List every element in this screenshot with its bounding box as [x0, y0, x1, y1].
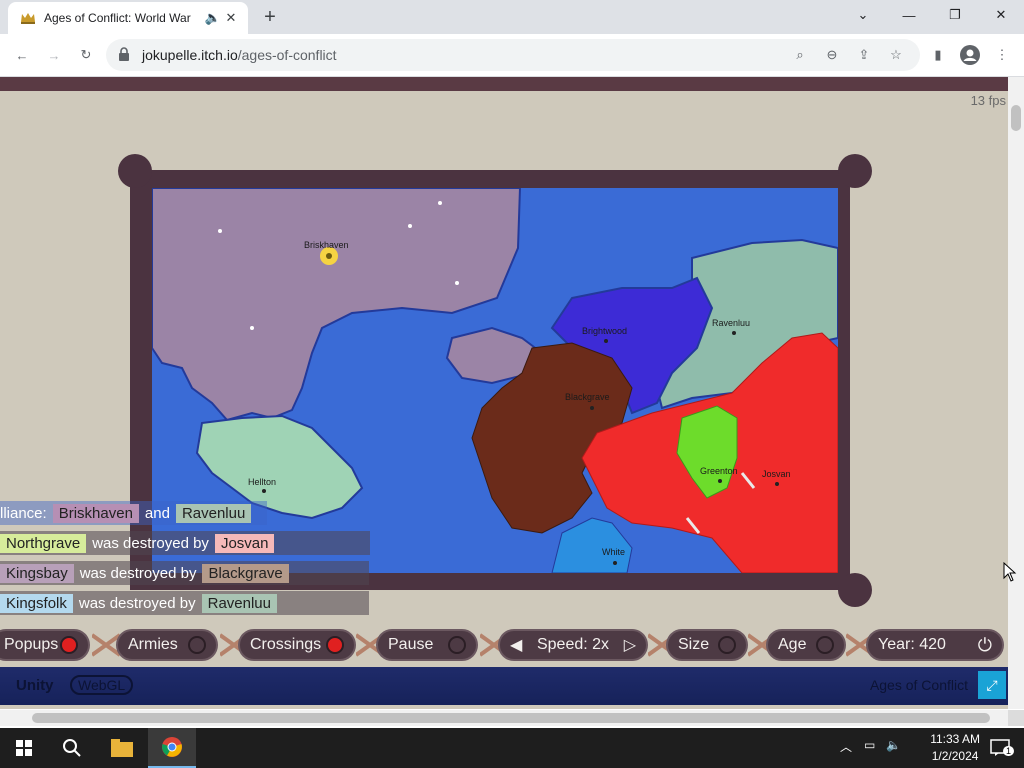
notification-count-badge: 1 — [1002, 746, 1014, 756]
age-indicator — [816, 636, 834, 654]
notification-row: Kingsfolk was destroyed by Ravenluu — [0, 591, 369, 615]
browser-tab[interactable]: Ages of Conflict: World War 🔈 ✕ — [8, 2, 248, 34]
lock-icon — [119, 47, 129, 61]
size-toggle[interactable]: Size — [666, 629, 748, 661]
game-page: 13 fps Briskhaven Brightwood Ravenluu Bl… — [0, 77, 1008, 709]
forward-button[interactable]: → — [40, 41, 68, 69]
search-taskbar-icon[interactable] — [48, 728, 96, 768]
chrome-taskbar-icon[interactable] — [148, 728, 196, 768]
mouse-cursor-icon — [1003, 562, 1017, 582]
file-explorer-icon[interactable] — [98, 728, 146, 768]
nation-chip: Kingsbay — [0, 563, 74, 583]
city-label-greenton: Greenton — [700, 466, 738, 476]
unity-logo: Unity — [16, 677, 54, 694]
horizontal-scrollbar[interactable] — [0, 710, 1008, 726]
popups-indicator — [60, 636, 78, 654]
speaker-icon[interactable]: 🔈 — [204, 9, 222, 27]
nation-chip: Ravenluu — [201, 593, 277, 613]
city-label-ravenluu: Ravenluu — [712, 318, 751, 328]
tab-title: Ages of Conflict: World War — [44, 11, 191, 25]
armies-indicator — [188, 636, 206, 654]
volume-muted-icon[interactable]: 🔈 — [886, 738, 901, 752]
windows-taskbar: ︿ ▭ 🔈 11:33 AM 1/2/2024 1 — [0, 728, 1024, 768]
nation-chip: Josvan — [214, 533, 275, 553]
control-bar: Popups Armies Crossings Pause ◀ Speed: 2… — [0, 619, 1008, 667]
zoom-out-icon[interactable]: ⊖ — [822, 45, 842, 65]
crossings-toggle[interactable]: Crossings — [238, 629, 356, 661]
search-icon[interactable]: ⌕ — [790, 45, 810, 65]
notification-row: Northgrave was destroyed by Josvan — [0, 531, 371, 555]
crossings-indicator — [326, 636, 344, 654]
frame-knob-bottom-right — [838, 573, 872, 607]
profile-avatar-icon[interactable] — [956, 41, 984, 69]
age-toggle[interactable]: Age — [766, 629, 846, 661]
frame-knob-top-left — [118, 154, 152, 188]
scroll-corner — [1008, 710, 1024, 726]
url-text: jokupelle.itch.io/ages-of-conflict — [142, 47, 337, 63]
network-icon[interactable]: ▭ — [864, 738, 875, 752]
game-name: Ages of Conflict — [869, 677, 968, 693]
new-tab-button[interactable]: + — [258, 6, 282, 28]
address-bar[interactable]: jokupelle.itch.io/ages-of-conflict ⌕ ⊖ ⇪… — [106, 39, 920, 71]
tab-strip: Ages of Conflict: World War 🔈 ✕ + ⌄ — ❐ … — [0, 0, 1024, 34]
scroll-thumb[interactable] — [32, 713, 990, 723]
restore-button[interactable]: ❐ — [932, 0, 978, 30]
nation-chip: Briskhaven — [52, 503, 139, 523]
share-icon[interactable]: ⇪ — [854, 45, 874, 65]
pause-indicator — [448, 636, 466, 654]
speed-increase-icon[interactable]: ▷ — [624, 635, 636, 655]
unity-footer: Unity WebGL Ages of Conflict ⤢ — [0, 667, 1008, 705]
city-label-hellton: Hellton — [248, 477, 277, 487]
speed-control[interactable]: ◀ Speed: 2x ▷ — [498, 629, 648, 661]
bookmark-star-icon[interactable]: ☆ — [886, 45, 906, 65]
notification-center-icon[interactable]: 1 — [976, 728, 1024, 768]
speed-decrease-icon[interactable]: ◀ — [510, 635, 522, 655]
notification-row: lliance: Briskhaven and Ravenluu — [0, 501, 268, 525]
nation-chip: Northgrave — [0, 533, 87, 553]
menu-kebab-icon[interactable]: ⋮ — [988, 41, 1016, 69]
system-clock[interactable]: 11:33 AM 1/2/2024 — [930, 731, 980, 765]
crown-favicon-icon — [21, 13, 35, 24]
chevron-up-icon[interactable]: ︿ — [840, 738, 852, 755]
webgl-logo: WebGL — [70, 675, 134, 695]
browser-toolbar: ← → ↻ jokupelle.itch.io/ages-of-conflict… — [0, 34, 1024, 77]
reload-button[interactable]: ↻ — [72, 41, 100, 69]
top-band — [0, 77, 1008, 91]
windows-logo-icon — [16, 740, 32, 756]
nation-chip: Kingsfolk — [0, 593, 73, 613]
back-button[interactable]: ← — [8, 41, 36, 69]
size-indicator — [718, 636, 736, 654]
city-label-josvan: Josvan — [762, 469, 791, 479]
tab-search-icon[interactable]: ⌄ — [840, 0, 886, 30]
nation-chip: Ravenluu — [175, 503, 252, 523]
close-window-button[interactable]: ✕ — [978, 0, 1024, 30]
city-label-brightwood: Brightwood — [582, 326, 628, 336]
vertical-scrollbar[interactable] — [1008, 77, 1024, 709]
minimize-button[interactable]: — — [886, 0, 932, 30]
city-label-blackgrave: Blackgrave — [565, 392, 610, 402]
side-panel-icon[interactable]: ▮ — [924, 41, 952, 69]
close-tab-icon[interactable]: ✕ — [222, 9, 240, 27]
start-button[interactable] — [0, 728, 48, 768]
power-icon[interactable]: ⏻ — [978, 635, 992, 656]
popups-toggle[interactable]: Popups — [0, 629, 90, 661]
city-label-briskhaven: Briskhaven — [304, 240, 349, 250]
scroll-thumb[interactable] — [1011, 105, 1021, 131]
armies-toggle[interactable]: Armies — [116, 629, 218, 661]
notification-row: Kingsbay was destroyed by Blackgrave — [0, 561, 369, 585]
city-label-white: White — [602, 547, 626, 557]
fps-counter: 13 fps — [970, 93, 1006, 108]
fullscreen-icon[interactable]: ⤢ — [978, 671, 1006, 699]
nation-chip: Blackgrave — [202, 563, 289, 583]
year-display: Year: 420 ⏻ — [866, 629, 1004, 661]
frame-knob-top-right — [838, 154, 872, 188]
pause-toggle[interactable]: Pause — [376, 629, 478, 661]
